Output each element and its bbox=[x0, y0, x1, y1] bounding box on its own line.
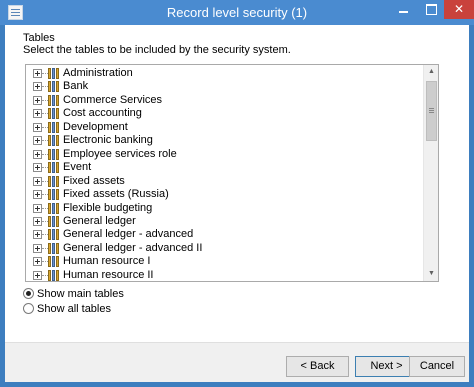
tree-item-label: Cost accounting bbox=[63, 107, 142, 120]
tree-item-label: General ledger - advanced bbox=[63, 228, 194, 241]
table-group-icon bbox=[48, 269, 60, 281]
minimize-button[interactable] bbox=[391, 0, 417, 19]
expand-plus-icon[interactable] bbox=[33, 82, 42, 92]
expand-plus-icon[interactable] bbox=[33, 136, 42, 146]
radio-label-show-main: Show main tables bbox=[37, 288, 124, 300]
expand-plus-icon[interactable] bbox=[33, 95, 42, 105]
title-bar[interactable]: Record level security (1) ✕ bbox=[0, 0, 474, 25]
tree-item-label: Human resource I bbox=[63, 255, 151, 268]
tree-item-label: Fixed assets bbox=[63, 174, 125, 187]
tree-item[interactable]: Fixed assets bbox=[26, 175, 423, 188]
expand-plus-icon[interactable] bbox=[33, 243, 42, 253]
expand-plus-icon[interactable] bbox=[33, 190, 42, 200]
expand-plus-icon[interactable] bbox=[33, 109, 42, 119]
tree-item[interactable]: Commerce Services bbox=[26, 94, 423, 107]
cancel-button[interactable]: Cancel bbox=[409, 356, 465, 377]
back-button[interactable]: < Back bbox=[286, 356, 349, 377]
table-group-icon bbox=[48, 135, 60, 147]
expand-plus-icon[interactable] bbox=[33, 122, 42, 132]
expand-plus-icon[interactable] bbox=[33, 69, 42, 78]
expand-plus-icon[interactable] bbox=[33, 203, 42, 213]
tree-item-label: Administration bbox=[63, 67, 133, 79]
expand-plus-icon[interactable] bbox=[33, 257, 42, 267]
tree-item[interactable]: Employee services role bbox=[26, 148, 423, 161]
tree-item[interactable]: Bank bbox=[26, 80, 423, 93]
tree-item[interactable]: Cost accounting bbox=[26, 107, 423, 120]
tree-item-label: Bank bbox=[63, 80, 89, 93]
scroll-down-arrow-icon[interactable]: ▼ bbox=[424, 267, 439, 281]
tree-item-label: Development bbox=[63, 120, 128, 133]
close-button[interactable]: ✕ bbox=[444, 0, 474, 19]
table-group-icon bbox=[48, 148, 60, 160]
tree-item[interactable]: Flexible budgeting bbox=[26, 202, 423, 215]
expand-plus-icon[interactable] bbox=[33, 176, 42, 186]
tree-item-label: Flexible budgeting bbox=[63, 201, 153, 214]
scrollbar-grip-icon bbox=[429, 108, 434, 113]
tree-item[interactable]: Event bbox=[26, 161, 423, 174]
table-group-icon bbox=[48, 229, 60, 241]
radio-button-checked[interactable] bbox=[23, 288, 34, 299]
tree-item-label: Human resource II bbox=[63, 268, 154, 281]
section-description: Select the tables to be included by the … bbox=[23, 44, 291, 56]
table-group-icon bbox=[48, 256, 60, 268]
tree-item-label: Event bbox=[63, 161, 92, 174]
tree-item[interactable]: Electronic banking bbox=[26, 134, 423, 147]
expand-plus-icon[interactable] bbox=[33, 216, 42, 226]
expand-plus-icon[interactable] bbox=[33, 149, 42, 159]
table-group-icon bbox=[48, 81, 60, 93]
dialog-body: Tables Select the tables to be included … bbox=[5, 25, 469, 382]
table-group-icon bbox=[48, 68, 60, 79]
close-icon: ✕ bbox=[453, 2, 465, 16]
tree-item[interactable]: Development bbox=[26, 121, 423, 134]
table-group-icon bbox=[48, 189, 60, 201]
table-group-icon bbox=[48, 94, 60, 106]
tree-item[interactable]: Human resource I bbox=[26, 255, 423, 268]
tables-tree-list: Administration Bank Commerce Services Cost … bbox=[26, 65, 423, 281]
tree-item[interactable]: Administration bbox=[26, 67, 423, 80]
expand-plus-icon[interactable] bbox=[33, 270, 42, 280]
tree-item[interactable]: Human resource II bbox=[26, 269, 423, 281]
dialog-window: Record level security (1) ✕ Tables Selec… bbox=[0, 0, 474, 387]
tree-item-label: General ledger - advanced II bbox=[63, 241, 203, 254]
table-group-icon bbox=[48, 121, 60, 133]
radio-label-show-all: Show all tables bbox=[37, 303, 111, 315]
tree-item-label: Employee services role bbox=[63, 147, 177, 160]
tree-item-label: Fixed assets (Russia) bbox=[63, 188, 169, 201]
table-group-icon bbox=[48, 162, 60, 174]
table-group-icon bbox=[48, 215, 60, 227]
table-group-icon bbox=[48, 175, 60, 187]
tree-item[interactable]: General ledger bbox=[26, 215, 423, 228]
tree-item[interactable]: General ledger - advanced bbox=[26, 228, 423, 241]
tree-item-label: Commerce Services bbox=[63, 93, 163, 106]
button-bar: < Back Next > Cancel bbox=[5, 342, 469, 382]
tree-scrollbar[interactable]: ▲ ▼ bbox=[423, 65, 438, 281]
expand-plus-icon[interactable] bbox=[33, 163, 42, 173]
tree-item[interactable]: General ledger - advanced II bbox=[26, 242, 423, 255]
maximize-button[interactable] bbox=[418, 0, 444, 19]
table-group-icon bbox=[48, 242, 60, 254]
tree-item[interactable]: Fixed assets (Russia) bbox=[26, 188, 423, 201]
section-heading: Tables bbox=[23, 32, 55, 44]
expand-plus-icon[interactable] bbox=[33, 230, 42, 240]
tables-tree[interactable]: Administration Bank Commerce Services Cost … bbox=[25, 64, 439, 282]
tree-item-label: Electronic banking bbox=[63, 134, 153, 147]
scroll-up-arrow-icon[interactable]: ▲ bbox=[424, 65, 439, 79]
radio-button-unchecked[interactable] bbox=[23, 303, 34, 314]
table-group-icon bbox=[48, 202, 60, 214]
tree-item-label: General ledger bbox=[63, 214, 136, 227]
scrollbar-thumb[interactable] bbox=[426, 81, 437, 141]
table-group-icon bbox=[48, 108, 60, 120]
